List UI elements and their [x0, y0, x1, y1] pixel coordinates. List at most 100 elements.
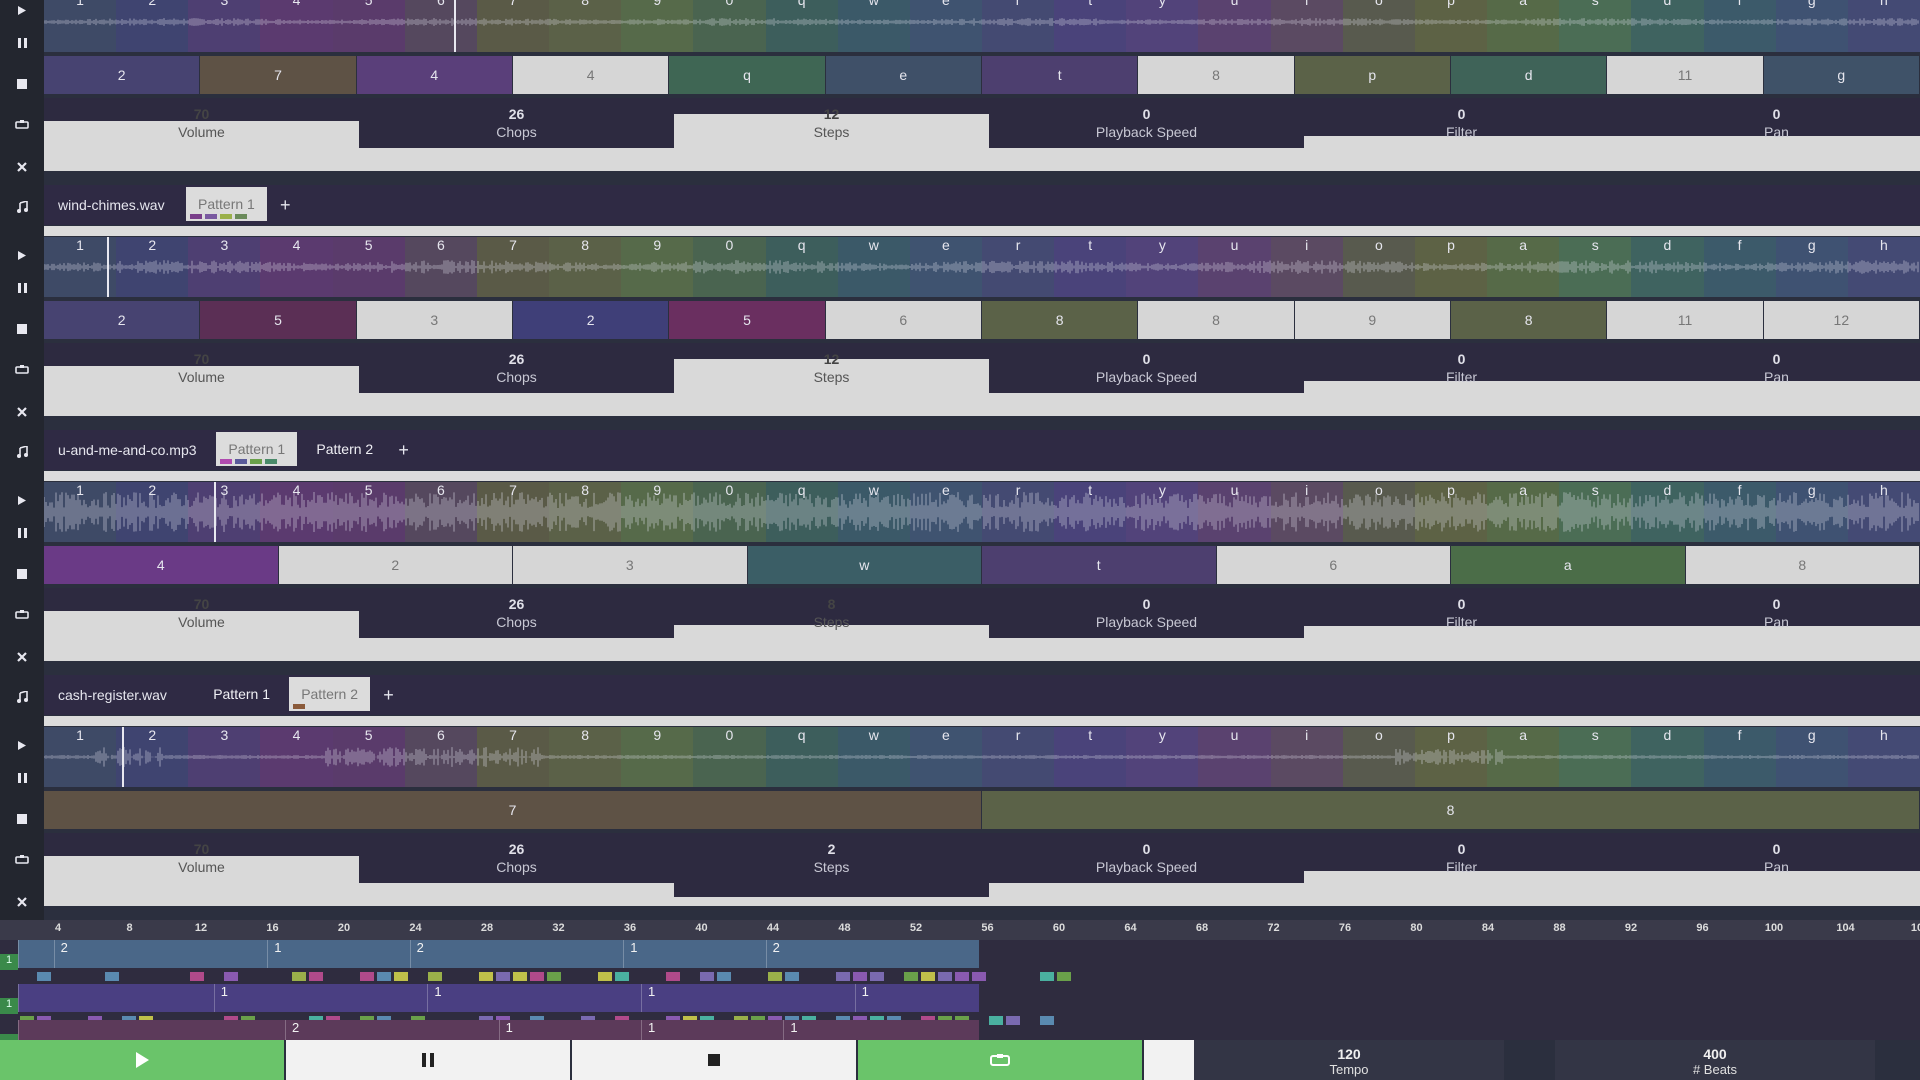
pause-button[interactable]: [286, 1040, 570, 1080]
pattern-step-square: [955, 972, 969, 981]
pattern-tab-1[interactable]: Pattern 1: [201, 677, 282, 711]
ruler-tick: 56: [981, 922, 994, 934]
pattern-block[interactable]: 2: [53, 940, 268, 968]
loop-icon: [15, 120, 29, 130]
play-track-button-4[interactable]: [0, 730, 44, 760]
note-track-button-3[interactable]: [0, 682, 44, 712]
pattern-scrollbar[interactable]: [44, 471, 1920, 481]
play-track-button-1[interactable]: [0, 0, 44, 25]
play-track-button-2[interactable]: [0, 240, 44, 270]
param-pan[interactable]: 0 Pan: [1619, 833, 1920, 906]
pattern-block[interactable]: 1: [498, 1020, 641, 1040]
note-track-button-1[interactable]: [0, 192, 44, 222]
pattern-tab-2[interactable]: Pattern 2: [289, 677, 371, 711]
pattern-step-square: [938, 972, 952, 981]
step-cell[interactable]: 8: [982, 791, 1919, 829]
arranger-lane-3[interactable]: 2111: [0, 1020, 1920, 1050]
play-icon: [17, 495, 27, 506]
note-track-button-2[interactable]: [0, 437, 44, 467]
param-row: 70 Volume 26 Chops 2 Steps 0 Playback Speed 0 Fil…: [44, 833, 1920, 906]
arranger-ruler[interactable]: 4 8 12 16 20 24 28 32 36 40 44 48 52 56 60 64 68 72 76 80 84…: [0, 920, 1920, 940]
loop-track-button-4[interactable]: [0, 845, 44, 875]
pause-track-button-2[interactable]: [0, 273, 44, 303]
pause-track-button-3[interactable]: [0, 518, 44, 548]
pattern-block[interactable]: 2: [409, 940, 624, 968]
pattern-block[interactable]: [18, 940, 54, 968]
pattern-tab-label: Pattern 1: [198, 196, 255, 212]
play-button[interactable]: [0, 1040, 284, 1080]
close-track-button-3[interactable]: [0, 642, 44, 672]
pause-track-button-1[interactable]: [0, 28, 44, 58]
param-filter[interactable]: 0 Filter: [1304, 833, 1619, 906]
pattern-step-square: [496, 972, 510, 981]
play-icon: [17, 740, 27, 751]
pattern-block[interactable]: 1: [267, 940, 410, 968]
pause-track-button-4[interactable]: [0, 763, 44, 793]
pattern-step-square: [37, 972, 51, 981]
close-icon: [17, 407, 27, 417]
stop-track-button-4[interactable]: [0, 804, 44, 834]
tempo-display[interactable]: 120 Tempo: [1194, 1040, 1504, 1080]
param-volume[interactable]: 70 Volume: [44, 833, 359, 906]
param-fill: [359, 882, 674, 906]
tempo-label: Tempo: [1329, 1062, 1369, 1077]
param-chops[interactable]: 26 Chops: [359, 833, 674, 906]
ruler-tick: 100: [1764, 922, 1784, 934]
stop-track-button-3[interactable]: [0, 559, 44, 589]
track-controls-sidebar: [0, 0, 44, 948]
param-steps[interactable]: 2 Steps: [674, 833, 989, 906]
pattern-block[interactable]: [18, 984, 214, 1012]
pattern-scrollbar[interactable]: [44, 716, 1920, 726]
ruler-tick: 20: [337, 922, 351, 934]
play-track-button-3[interactable]: [0, 485, 44, 515]
pattern-scrollbar[interactable]: [44, 226, 1920, 236]
pattern-tab-2[interactable]: Pattern 2: [304, 432, 385, 466]
param-playback-speed[interactable]: 0 Playback Speed: [989, 833, 1304, 906]
close-track-button-2[interactable]: [0, 397, 44, 427]
loop-track-button-2[interactable]: [0, 355, 44, 385]
pattern-block[interactable]: 1: [854, 984, 980, 1012]
close-track-button-4[interactable]: [0, 887, 44, 917]
stop-track-button-2[interactable]: [0, 314, 44, 344]
pattern-tab-1[interactable]: Pattern 1: [216, 432, 298, 466]
pattern-block[interactable]: [18, 1020, 285, 1040]
ruler-tick: 52: [909, 922, 923, 934]
ruler-tick: 4: [54, 922, 62, 934]
loop-track-button-3[interactable]: [0, 600, 44, 630]
step-cell[interactable]: 7: [44, 791, 981, 829]
pattern-block[interactable]: 1: [427, 984, 641, 1012]
pattern-step-square: [190, 972, 204, 981]
play-icon: [136, 1052, 149, 1068]
pattern-block[interactable]: 2: [285, 1020, 499, 1040]
pattern-step-square: [1057, 972, 1071, 981]
add-pattern-button[interactable]: +: [383, 675, 394, 715]
stop-icon: [17, 79, 27, 89]
note-icon: [16, 201, 28, 213]
pattern-block[interactable]: 1: [641, 984, 855, 1012]
play-icon: [17, 5, 27, 16]
pattern-block[interactable]: 1: [623, 940, 766, 968]
pattern-step-square: [428, 972, 442, 981]
arranger-lane-1[interactable]: 121212: [0, 940, 1920, 984]
pattern-block[interactable]: 1: [641, 1020, 784, 1040]
pattern-block[interactable]: 1: [783, 1020, 980, 1040]
ruler-tick: 92: [1624, 922, 1638, 934]
param-fill: [674, 897, 989, 906]
loop-icon: [15, 365, 29, 375]
pattern-block[interactable]: 1: [213, 984, 428, 1012]
add-pattern-button[interactable]: +: [398, 430, 409, 470]
close-track-button-1[interactable]: [0, 152, 44, 182]
beats-display[interactable]: 400 # Beats: [1555, 1040, 1875, 1080]
param-value: 0: [1142, 841, 1151, 857]
add-pattern-button[interactable]: +: [280, 185, 291, 225]
note-icon: [16, 446, 28, 458]
loop-track-button-1[interactable]: [0, 110, 44, 140]
pattern-block[interactable]: 2: [765, 940, 980, 968]
ruler-tick: 8: [126, 922, 133, 934]
param-value: 0: [1457, 841, 1466, 857]
stop-track-button-1[interactable]: [0, 69, 44, 99]
loop-button[interactable]: [858, 1040, 1142, 1080]
pattern-tab-1[interactable]: Pattern 1: [186, 187, 267, 221]
stop-button[interactable]: [572, 1040, 856, 1080]
playhead[interactable]: [122, 727, 124, 787]
